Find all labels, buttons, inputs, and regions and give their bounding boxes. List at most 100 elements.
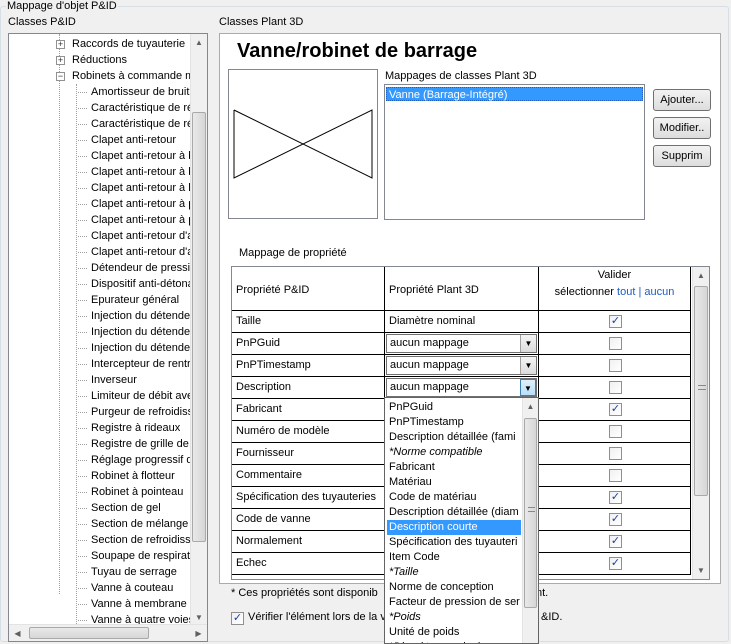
validate-checkbox[interactable] [609, 469, 622, 482]
dropdown-option[interactable]: Fabricant [387, 460, 521, 475]
tree-item[interactable]: Clapet anti-retour à b [91, 164, 194, 180]
validate-checkbox[interactable]: ✓ [609, 557, 622, 570]
validate-checkbox[interactable] [609, 447, 622, 460]
row-pid-property[interactable]: PnPTimestamp [232, 355, 385, 377]
grid-scroll-up-icon[interactable]: ▲ [693, 267, 709, 284]
scroll-thumb[interactable] [192, 112, 206, 542]
expand-toggle-icon[interactable]: − [56, 72, 65, 81]
pid-class-tree[interactable]: + Raccords de tuyauterie + Réductions − Robin… [8, 33, 208, 642]
verify-checkbox[interactable]: ✓ [231, 612, 244, 625]
validate-checkbox[interactable]: ✓ [609, 491, 622, 504]
dropdown-option[interactable]: *Poids [387, 610, 521, 625]
select-none-link[interactable]: aucun [644, 286, 674, 298]
tree-item[interactable]: Vanne à membrane [91, 596, 187, 612]
row-pid-property[interactable]: Fournisseur [232, 443, 385, 465]
tree-group-item[interactable]: Robinets à commande m [72, 68, 194, 84]
expand-toggle-icon[interactable]: + [56, 40, 65, 49]
add-button[interactable]: Ajouter... [653, 89, 711, 111]
dropdown-option[interactable]: Spécification des tuyauteri [387, 535, 521, 550]
row-pid-property[interactable]: Description [232, 377, 385, 399]
row-pid-property[interactable]: Code de vanne [232, 509, 385, 531]
tree-vertical-scrollbar[interactable]: ▲ ▼ [190, 34, 207, 626]
dropdown-option[interactable]: PnPTimestamp [387, 415, 521, 430]
tree-item[interactable]: Injection du détender [91, 340, 194, 356]
tree-item[interactable]: Limiteur de débit ave [91, 388, 193, 404]
dropdown-option[interactable]: PnPGuid [387, 400, 521, 415]
tree-item[interactable]: Clapet anti-retour à p [91, 212, 194, 228]
dropdown-scroll-up-icon[interactable]: ▲ [523, 398, 538, 415]
col-header-plant[interactable]: Propriété Plant 3D [385, 267, 539, 311]
validate-checkbox[interactable]: ✓ [609, 535, 622, 548]
tree-item[interactable]: Section de mélange [91, 516, 188, 532]
chevron-down-icon[interactable]: ▼ [520, 379, 536, 396]
validate-checkbox[interactable] [609, 425, 622, 438]
tree-item[interactable]: Registre à rideaux [91, 420, 180, 436]
validate-checkbox[interactable]: ✓ [609, 315, 622, 328]
tree-item[interactable]: Injection du détender [91, 324, 194, 340]
dropdown-option[interactable]: Description détaillée (diam [387, 505, 521, 520]
dropdown-option[interactable]: Norme de conception [387, 580, 521, 595]
validate-checkbox[interactable] [609, 381, 622, 394]
dropdown-option[interactable]: Facteur de pression de ser [387, 595, 521, 610]
tree-item[interactable]: Amortisseur de bruit g [91, 84, 199, 100]
plant-property-dropdown[interactable]: PnPGuid PnPTimestamp Description détaillée… [384, 397, 539, 644]
hscroll-thumb[interactable] [29, 627, 149, 639]
plant-property-combo[interactable]: aucun mappage ▼ [386, 378, 537, 397]
tree-item[interactable]: Dispositif anti-détona [91, 276, 194, 292]
dropdown-option[interactable]: Description courte [387, 520, 521, 535]
row-pid-property[interactable]: Echec [232, 553, 385, 575]
tree-group-item[interactable]: Raccords de tuyauterie [72, 36, 185, 52]
tree-item[interactable]: Injection du détender [91, 308, 194, 324]
dropdown-scroll-thumb[interactable] [524, 418, 537, 608]
grid-scroll-thumb[interactable] [694, 286, 708, 496]
dropdown-option[interactable]: *Diamètre nominal [387, 640, 521, 643]
tree-horizontal-scrollbar[interactable]: ◀ ▶ [9, 624, 207, 641]
dropdown-option[interactable]: Unité de poids [387, 625, 521, 640]
scroll-right-icon[interactable]: ▶ [190, 625, 207, 641]
validate-checkbox[interactable]: ✓ [609, 403, 622, 416]
dropdown-option[interactable]: *Norme compatible [387, 445, 521, 460]
tree-item[interactable]: Robinet à pointeau [91, 484, 183, 500]
grid-vertical-scrollbar[interactable]: ▲ ▼ [692, 267, 709, 579]
validate-checkbox[interactable] [609, 359, 622, 372]
plant-property-combo[interactable]: aucun mappage ▼ [386, 356, 537, 375]
tree-item[interactable]: Clapet anti-retour d'ar [91, 228, 197, 244]
tree-item[interactable]: Clapet anti-retour à le [91, 180, 197, 196]
dropdown-scrollbar[interactable]: ▲ [522, 398, 538, 643]
modify-button[interactable]: Modifier.. [653, 117, 711, 139]
tree-item[interactable]: Caractéristique de ré [91, 116, 193, 132]
chevron-down-icon[interactable]: ▼ [520, 335, 536, 352]
row-pid-property[interactable]: Normalement [232, 531, 385, 553]
dropdown-option[interactable]: Code de matériau [387, 490, 521, 505]
validate-checkbox[interactable] [609, 337, 622, 350]
tree-item[interactable]: Purgeur de refroidiss [91, 404, 193, 420]
tree-item[interactable]: Inverseur [91, 372, 137, 388]
col-header-pid[interactable]: Propriété P&ID [232, 267, 385, 311]
tree-item[interactable]: Soupape de respiratic [91, 548, 198, 564]
row-pid-property[interactable]: Fabricant [232, 399, 385, 421]
tree-item[interactable]: Réglage progressif du [91, 452, 199, 468]
select-all-link[interactable]: tout [617, 286, 635, 298]
scroll-left-icon[interactable]: ◀ [9, 625, 26, 641]
row-pid-property[interactable]: PnPGuid [232, 333, 385, 355]
tree-item[interactable]: Section de refroidisse [91, 532, 197, 548]
tree-item[interactable]: Caractéristique de ré [91, 100, 193, 116]
tree-item[interactable]: Robinet à flotteur [91, 468, 175, 484]
tree-item[interactable]: Détendeur de pressic [91, 260, 196, 276]
tree-item[interactable]: Clapet anti-retour [91, 132, 176, 148]
tree-item[interactable]: Clapet anti-retour d'ar [91, 244, 197, 260]
expand-toggle-icon[interactable]: + [56, 56, 65, 65]
row-pid-property[interactable]: Taille [232, 311, 385, 333]
tree-item[interactable]: Clapet anti-retour à b [91, 148, 194, 164]
delete-button[interactable]: Supprim [653, 145, 711, 167]
tree-item[interactable]: Tuyau de serrage [91, 564, 177, 580]
tree-item[interactable]: Intercepteur de rentre [91, 356, 197, 372]
validate-checkbox[interactable]: ✓ [609, 513, 622, 526]
class-mapping-list[interactable]: Vanne (Barrage-Intégré) [384, 84, 645, 220]
tree-item[interactable]: Registre de grille de v [91, 436, 197, 452]
dropdown-option[interactable]: Description détaillée (fami [387, 430, 521, 445]
dropdown-option[interactable]: *Taille [387, 565, 521, 580]
mapping-item-selected[interactable]: Vanne (Barrage-Intégré) [386, 87, 643, 101]
row-pid-property[interactable]: Commentaire [232, 465, 385, 487]
row-plant-property[interactable]: Diamètre nominal [385, 311, 539, 333]
